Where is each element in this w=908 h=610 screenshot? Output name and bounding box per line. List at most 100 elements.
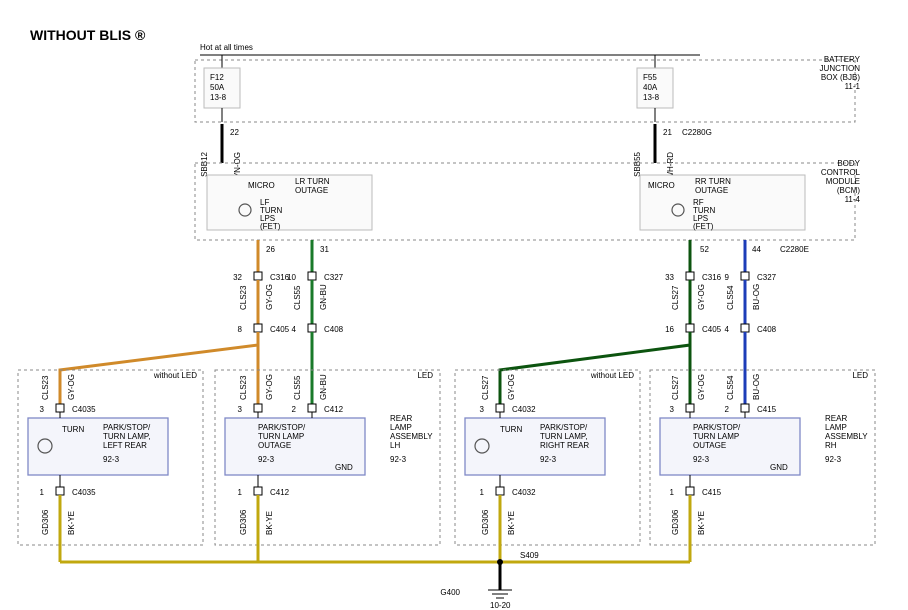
svg-text:10: 10 [287, 273, 296, 282]
svg-text:LAMP: LAMP [825, 423, 847, 432]
svg-text:3: 3 [480, 405, 485, 414]
svg-text:C415: C415 [702, 488, 722, 497]
svg-text:ASSEMBLY: ASSEMBLY [825, 432, 868, 441]
svg-text:PARK/STOP/: PARK/STOP/ [258, 423, 306, 432]
svg-text:26: 26 [266, 245, 275, 254]
svg-text:4: 4 [292, 325, 297, 334]
svg-text:OUTAGE: OUTAGE [295, 186, 328, 195]
svg-text:OUTAGE: OUTAGE [695, 186, 728, 195]
svg-text:C408: C408 [757, 325, 777, 334]
svg-text:92-3: 92-3 [825, 455, 842, 464]
svg-text:CLS55: CLS55 [293, 375, 302, 400]
svg-text:32: 32 [233, 273, 242, 282]
svg-text:SBB12: SBB12 [200, 151, 209, 176]
svg-text:GD306: GD306 [671, 509, 680, 535]
svg-text:GY-OG: GY-OG [697, 374, 706, 400]
svg-text:LR TURN: LR TURN [295, 177, 330, 186]
svg-text:16: 16 [665, 325, 674, 334]
ground-icon [488, 590, 512, 598]
svg-text:TURN: TURN [62, 425, 84, 434]
svg-text:C412: C412 [324, 405, 344, 414]
svg-text:1: 1 [238, 488, 243, 497]
svg-text:F12: F12 [210, 73, 224, 82]
svg-text:LH: LH [390, 441, 400, 450]
svg-text:CLS54: CLS54 [726, 375, 735, 400]
svg-text:92-3: 92-3 [693, 455, 710, 464]
svg-text:92-3: 92-3 [258, 455, 275, 464]
svg-text:31: 31 [320, 245, 329, 254]
svg-text:(FET): (FET) [693, 222, 714, 231]
svg-text:GD306: GD306 [481, 509, 490, 535]
svg-text:BK-YE: BK-YE [67, 511, 76, 535]
svg-text:40A: 40A [643, 83, 658, 92]
svg-text:(BCM): (BCM) [837, 186, 860, 195]
svg-text:TURN LAMP: TURN LAMP [693, 432, 739, 441]
svg-text:TURN LAMP,: TURN LAMP, [540, 432, 587, 441]
svg-text:44: 44 [752, 245, 761, 254]
bjb-ref: 11-1 [845, 82, 861, 91]
svg-text:LEFT REAR: LEFT REAR [103, 441, 147, 450]
bjb-title3: BOX (BJB) [821, 73, 860, 82]
svg-text:C405: C405 [702, 325, 722, 334]
svg-text:GND: GND [770, 463, 788, 472]
svg-text:3: 3 [670, 405, 675, 414]
svg-text:C316: C316 [702, 273, 722, 282]
svg-text:8: 8 [238, 325, 243, 334]
svg-text:LAMP: LAMP [390, 423, 412, 432]
svg-text:C4035: C4035 [72, 405, 96, 414]
svg-text:11-4: 11-4 [845, 195, 861, 204]
svg-text:OUTAGE: OUTAGE [258, 441, 291, 450]
svg-text:3: 3 [238, 405, 243, 414]
svg-text:RH: RH [825, 441, 837, 450]
svg-text:22: 22 [230, 128, 239, 137]
svg-text:GN-BU: GN-BU [319, 374, 328, 400]
svg-text:GY-OG: GY-OG [265, 284, 274, 310]
svg-text:BK-YE: BK-YE [507, 511, 516, 535]
svg-text:GND: GND [335, 463, 353, 472]
svg-text:1: 1 [40, 488, 45, 497]
svg-text:CLS23: CLS23 [239, 285, 248, 310]
svg-text:CLS27: CLS27 [671, 285, 680, 310]
svg-text:OUTAGE: OUTAGE [693, 441, 726, 450]
svg-text:C4035: C4035 [72, 488, 96, 497]
svg-text:C408: C408 [324, 325, 344, 334]
bjb-title1: BATTERY [824, 55, 861, 64]
svg-text:1: 1 [480, 488, 485, 497]
svg-text:MICRO: MICRO [248, 181, 275, 190]
svg-text:13-8: 13-8 [643, 93, 660, 102]
svg-text:1: 1 [670, 488, 675, 497]
svg-text:ASSEMBLY: ASSEMBLY [390, 432, 433, 441]
svg-text:F55: F55 [643, 73, 657, 82]
svg-text:13-8: 13-8 [210, 93, 227, 102]
svg-text:33: 33 [665, 273, 674, 282]
svg-text:92-3: 92-3 [540, 455, 557, 464]
svg-text:VN-OG: VN-OG [233, 152, 242, 178]
svg-text:G400: G400 [440, 588, 460, 597]
svg-text:(FET): (FET) [260, 222, 281, 231]
svg-text:RR TURN: RR TURN [695, 177, 731, 186]
svg-text:92-3: 92-3 [390, 455, 407, 464]
svg-text:REAR: REAR [825, 414, 847, 423]
svg-text:50A: 50A [210, 83, 225, 92]
svg-text:52: 52 [700, 245, 709, 254]
bjb-box [195, 60, 855, 122]
svg-text:C327: C327 [757, 273, 777, 282]
svg-text:C2280G: C2280G [682, 128, 712, 137]
svg-text:10-20: 10-20 [490, 601, 511, 610]
svg-text:C412: C412 [270, 488, 290, 497]
svg-text:BK-YE: BK-YE [697, 511, 706, 535]
svg-text:4: 4 [725, 325, 730, 334]
svg-text:C327: C327 [324, 273, 344, 282]
svg-text:PARK/STOP/: PARK/STOP/ [540, 423, 588, 432]
svg-text:TURN: TURN [500, 425, 522, 434]
svg-text:GY-OG: GY-OG [265, 374, 274, 400]
svg-text:REAR: REAR [390, 414, 412, 423]
page-title: WITHOUT BLIS ® [30, 27, 146, 43]
svg-text:BU-OG: BU-OG [752, 374, 761, 400]
svg-text:CLS27: CLS27 [671, 375, 680, 400]
svg-text:SBB55: SBB55 [633, 151, 642, 176]
svg-text:MICRO: MICRO [648, 181, 675, 190]
svg-text:MODULE: MODULE [826, 177, 860, 186]
svg-text:BK-YE: BK-YE [265, 511, 274, 535]
svg-text:S409: S409 [520, 551, 539, 560]
